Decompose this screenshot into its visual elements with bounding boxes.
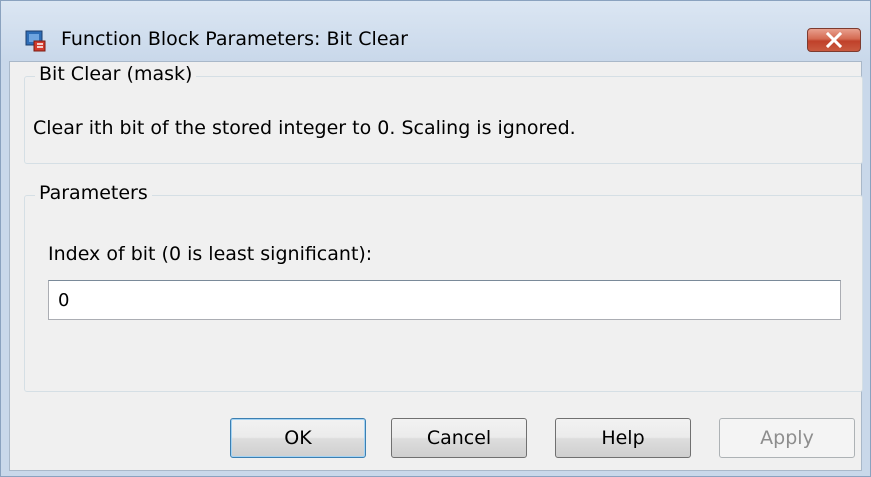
mask-description: Clear ith bit of the stored integer to 0… [33, 117, 576, 139]
window-title: Function Block Parameters: Bit Clear [61, 28, 408, 50]
close-button[interactable] [807, 28, 861, 52]
ok-button[interactable]: OK [230, 418, 366, 458]
apply-button: Apply [719, 418, 855, 458]
dialog-client-area: Bit Clear (mask) Clear ith bit of the st… [9, 61, 863, 471]
index-of-bit-label: Index of bit (0 is least significant): [48, 243, 373, 265]
mask-group: Bit Clear (mask) Clear ith bit of the st… [24, 63, 863, 164]
simulink-block-icon [25, 29, 49, 53]
mask-group-title: Bit Clear (mask) [35, 63, 197, 85]
index-of-bit-input[interactable] [48, 280, 841, 320]
close-icon [825, 32, 843, 48]
title-bar[interactable]: Function Block Parameters: Bit Clear [1, 1, 870, 61]
cancel-button[interactable]: Cancel [391, 418, 527, 458]
help-button[interactable]: Help [555, 418, 691, 458]
dialog-window: Function Block Parameters: Bit Clear Bit… [0, 0, 871, 477]
parameters-group-title: Parameters [35, 182, 152, 204]
